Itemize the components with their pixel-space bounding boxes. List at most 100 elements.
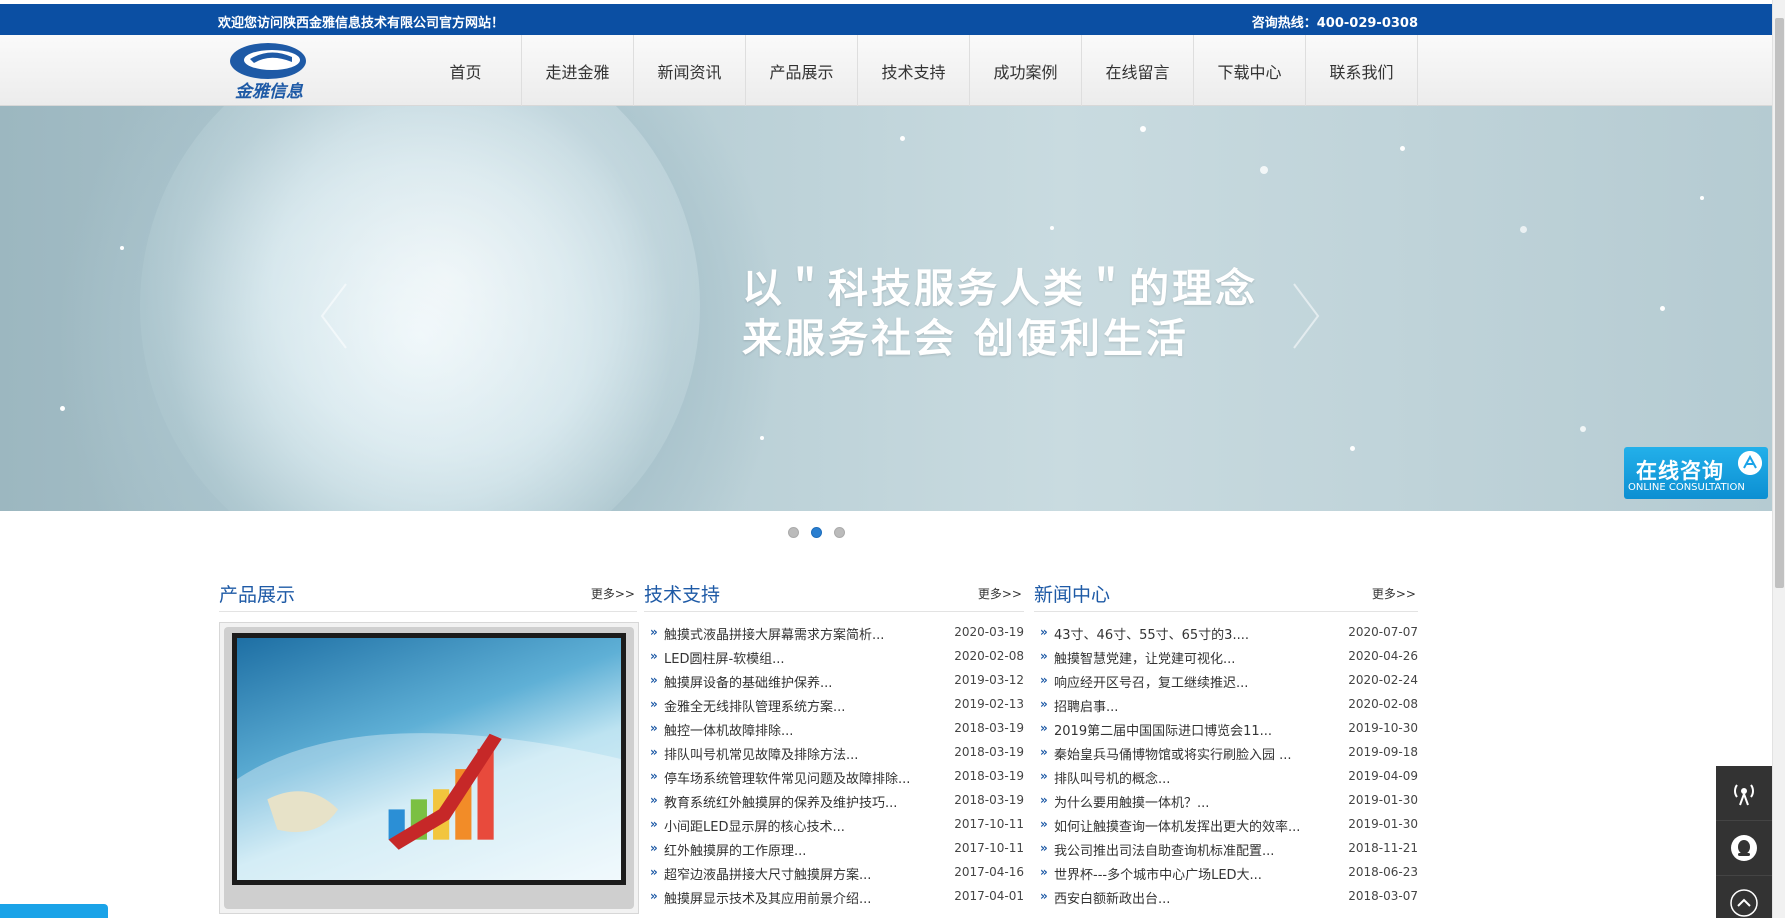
more-link[interactable]: 更多>>	[978, 585, 1022, 602]
nav-item-cases[interactable]: 成功案例	[970, 35, 1082, 106]
welcome-text: 欢迎您访问陕西金雅信息技术有限公司官方网站！	[218, 16, 505, 31]
nav-item-products[interactable]: 产品展示	[746, 35, 858, 106]
header: 金雅信息 首页 走进金雅 新闻资讯 产品展示 技术支持 成功案例 在线留言 下载…	[0, 35, 1772, 106]
double-chevron-icon: »	[1040, 673, 1048, 687]
list-item[interactable]: » 金雅全无线排队管理系统方案... 2019-02-13	[644, 694, 1024, 718]
list-item[interactable]: » 如何让触摸查询一体机发挥出更大的效率... 2019-01-30	[1034, 814, 1418, 838]
nav-item-message[interactable]: 在线留言	[1082, 35, 1194, 106]
more-link[interactable]: 更多>>	[591, 585, 635, 602]
item-date: 2019-01-30	[1348, 817, 1418, 831]
product-image-frame[interactable]	[219, 622, 639, 914]
banner-slogan: 以＂科技服务人类＂的理念 来服务社会 创便利生活	[742, 264, 1258, 364]
company-logo[interactable]: 金雅信息	[226, 39, 312, 103]
carousel-dot-1[interactable]	[788, 527, 799, 538]
page-scrollbar[interactable]	[1772, 0, 1785, 918]
list-item[interactable]: » 超窄边液晶拼接大尺寸触摸屏方案... 2017-04-16	[644, 862, 1024, 886]
list-item[interactable]: » 红外触摸屏的工作原理... 2017-10-11	[644, 838, 1024, 862]
double-chevron-icon: »	[1040, 721, 1048, 735]
carousel-dot-3[interactable]	[834, 527, 845, 538]
double-chevron-icon: »	[650, 841, 658, 855]
tech-support-section: 技术支持 更多>>	[644, 580, 1024, 612]
double-chevron-icon: »	[1040, 865, 1048, 879]
consult-subtitle: ONLINE CONSULTATION	[1628, 482, 1745, 493]
list-item[interactable]: » 43寸、46寸、55寸、65寸的3.... 2020-07-07	[1034, 622, 1418, 646]
item-date: 2020-07-07	[1348, 625, 1418, 639]
list-item[interactable]: » 我公司推出司法自助查询机标准配置... 2018-11-21	[1034, 838, 1418, 862]
nav-item-contact[interactable]: 联系我们	[1306, 35, 1418, 106]
list-item[interactable]: » 教育系统红外触摸屏的保养及维护技巧... 2018-03-19	[644, 790, 1024, 814]
list-item[interactable]: » 世界杯---多个城市中心广场LED大... 2018-06-23	[1034, 862, 1418, 886]
list-item[interactable]: » 招聘启事... 2020-02-08	[1034, 694, 1418, 718]
item-title: 教育系统红外触摸屏的保养及维护技巧...	[664, 796, 898, 811]
nav-label: 首页	[449, 62, 482, 82]
list-item[interactable]: » LED圆柱屏-软模组... 2020-02-08	[644, 646, 1024, 670]
double-chevron-icon: »	[650, 793, 658, 807]
list-item[interactable]: » 触摸式液晶拼接大屏幕需求方案简析... 2020-03-19	[644, 622, 1024, 646]
item-date: 2019-01-30	[1348, 793, 1418, 807]
monitor-screen	[232, 633, 626, 885]
nav-item-news[interactable]: 新闻资讯	[634, 35, 746, 106]
list-item[interactable]: » 停车场系统管理软件常见问题及故障排除... 2018-03-19	[644, 766, 1024, 790]
item-date: 2019-10-30	[1348, 721, 1418, 735]
online-consult-button[interactable]: 在线咨询 ONLINE CONSULTATION	[1624, 447, 1768, 499]
item-title: 秦始皇兵马俑博物馆或将实行刷脸入园 ...	[1054, 748, 1292, 763]
scrollbar-thumb[interactable]	[1775, 18, 1784, 588]
star	[1660, 306, 1665, 311]
item-date: 2020-03-19	[954, 625, 1024, 639]
star	[1050, 226, 1054, 230]
list-item[interactable]: » 响应经开区号召，复工继续推迟... 2020-02-24	[1034, 670, 1418, 694]
double-chevron-icon: »	[1040, 889, 1048, 903]
item-title: 响应经开区号召，复工继续推迟...	[1054, 676, 1249, 691]
hero-banner: 以＂科技服务人类＂的理念 来服务社会 创便利生活	[0, 106, 1772, 511]
double-chevron-icon: »	[650, 889, 658, 903]
item-date: 2018-03-07	[1348, 889, 1418, 903]
logo-text: 金雅信息	[235, 82, 304, 102]
section-title: 技术支持	[644, 584, 721, 606]
double-chevron-icon: »	[650, 673, 658, 687]
list-item[interactable]: » 触控一体机故障排除... 2018-03-19	[644, 718, 1024, 742]
slogan-line-2: 来服务社会 创便利生活	[742, 316, 1189, 362]
double-chevron-icon: »	[1040, 649, 1048, 663]
star	[1520, 226, 1527, 233]
item-title: 触摸智慧党建，让党建可视化...	[1054, 652, 1236, 667]
item-title: 排队叫号机的概念...	[1054, 772, 1171, 787]
list-item[interactable]: » 排队叫号机常见故障及排除方法... 2018-03-19	[644, 742, 1024, 766]
news-list: » 43寸、46寸、55寸、65寸的3.... 2020-07-07 » 触摸智慧党建…	[1034, 622, 1418, 910]
bottom-chat-tab[interactable]	[0, 904, 108, 918]
top-bar: 欢迎您访问陕西金雅信息技术有限公司官方网站！ 咨询热线：400-029-0308	[0, 4, 1772, 35]
item-title: 超窄边液晶拼接大尺寸触摸屏方案...	[664, 868, 872, 883]
list-item[interactable]: » 排队叫号机的概念... 2019-04-09	[1034, 766, 1418, 790]
list-item[interactable]: » 触摸屏显示技术及其应用前景介绍... 2017-04-01	[644, 886, 1024, 910]
list-item[interactable]: » 小间距LED显示屏的核心技术... 2017-10-11	[644, 814, 1024, 838]
list-item[interactable]: » 为什么要用触摸一体机？... 2019-01-30	[1034, 790, 1418, 814]
list-item[interactable]: » 西安白额新政出台... 2018-03-07	[1034, 886, 1418, 910]
item-title: 触摸屏显示技术及其应用前景介绍...	[664, 892, 872, 907]
carousel-dot-2[interactable]	[811, 527, 822, 538]
more-link[interactable]: 更多>>	[1372, 585, 1416, 602]
broadcast-button[interactable]	[1716, 766, 1772, 821]
nav-item-support[interactable]: 技术支持	[858, 35, 970, 106]
nav-item-about[interactable]: 走进金雅	[522, 35, 634, 106]
news-section: 新闻中心 更多>>	[1034, 580, 1418, 612]
nav-item-home[interactable]: 首页	[410, 35, 522, 106]
list-item[interactable]: » 触摸智慧党建，让党建可视化... 2020-04-26	[1034, 646, 1418, 670]
section-header: 技术支持 更多>>	[644, 580, 1024, 612]
chevron-left-icon[interactable]	[316, 276, 356, 356]
page: 欢迎您访问陕西金雅信息技术有限公司官方网站！ 咨询热线：400-029-0308…	[0, 0, 1785, 918]
nav-item-download[interactable]: 下载中心	[1194, 35, 1306, 106]
item-title: 世界杯---多个城市中心广场LED大...	[1054, 868, 1262, 883]
nav-label: 新闻资讯	[657, 62, 722, 82]
back-to-top-button[interactable]	[1716, 876, 1772, 918]
chevron-right-icon[interactable]	[1284, 276, 1324, 356]
item-title: 触控一体机故障排除...	[664, 724, 794, 739]
item-title: LED圆柱屏-软模组...	[664, 652, 785, 667]
qq-chat-button[interactable]	[1716, 821, 1772, 876]
item-title: 金雅全无线排队管理系统方案...	[664, 700, 846, 715]
item-title: 排队叫号机常见故障及排除方法...	[664, 748, 859, 763]
list-item[interactable]: » 触摸屏设备的基础维护保养... 2019-03-12	[644, 670, 1024, 694]
item-title: 停车场系统管理软件常见问题及故障排除...	[664, 772, 911, 787]
item-date: 2018-06-23	[1348, 865, 1418, 879]
list-item[interactable]: » 2019第二届中国国际进口博览会11... 2019-10-30	[1034, 718, 1418, 742]
double-chevron-icon: »	[1040, 769, 1048, 783]
list-item[interactable]: » 秦始皇兵马俑博物馆或将实行刷脸入园 ... 2019-09-18	[1034, 742, 1418, 766]
